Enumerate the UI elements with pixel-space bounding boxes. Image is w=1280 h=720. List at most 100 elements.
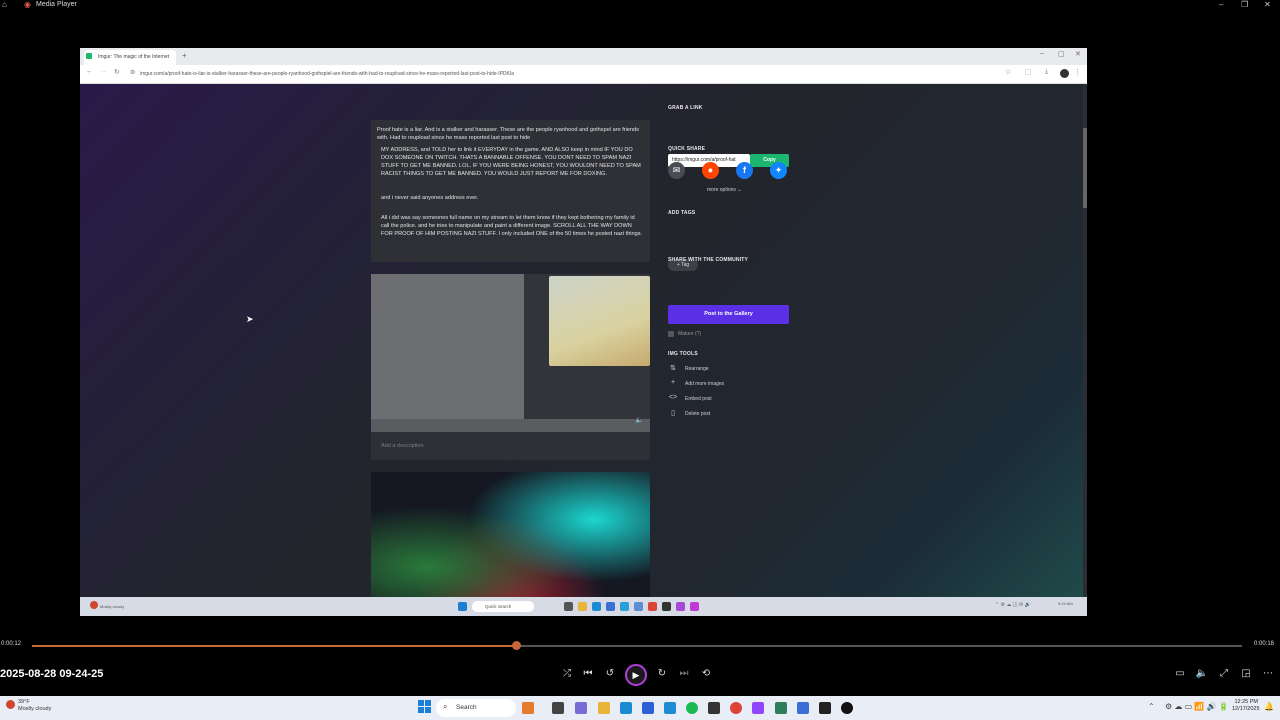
widgets-icon[interactable]: [522, 702, 534, 714]
screenshot-content: [549, 276, 650, 366]
mouse-cursor-icon: ➤: [246, 314, 254, 324]
url-field[interactable]: imgur.com/a/proof-hate-is-liar-is-stalke…: [140, 69, 900, 79]
reddit-share-icon[interactable]: ●: [702, 162, 719, 179]
start-icon[interactable]: [418, 700, 432, 714]
mature-checkbox[interactable]: [668, 331, 674, 337]
inner-tray-icons: ⌃ ⚙ ☁ ◫ ✉ 🔊: [995, 602, 1031, 608]
cast-icon[interactable]: ▭: [1173, 668, 1187, 679]
play-button[interactable]: ▶: [625, 664, 647, 686]
taskbar-search[interactable]: Search: [436, 699, 516, 717]
tray-chevron-icon[interactable]: ⌃: [1148, 702, 1155, 711]
code-icon: <>: [668, 394, 678, 401]
tool-label: Delete post: [685, 411, 711, 417]
app-icon[interactable]: [797, 702, 809, 714]
window-minimize-icon[interactable]: –: [1040, 50, 1044, 57]
reload-icon[interactable]: ↻: [114, 68, 120, 76]
bluesky-share-icon[interactable]: ✦: [770, 162, 787, 179]
new-tab-icon[interactable]: +: [182, 51, 187, 60]
next-icon[interactable]: ⏭: [677, 668, 691, 679]
fullscreen-icon[interactable]: ⤢: [1217, 668, 1231, 679]
minimize-icon[interactable]: –: [1219, 0, 1223, 9]
more-options-label: more options: [707, 187, 736, 193]
home-icon[interactable]: ⌂: [2, 0, 7, 9]
video-frame[interactable]: Imgur: The magic of the Internet + – ▢ ✕…: [80, 48, 1087, 616]
inner-chrome-icon: [648, 602, 657, 611]
weather-icon: [6, 700, 15, 709]
post-image-2[interactable]: 🔈: [371, 472, 650, 616]
app-icon[interactable]: [752, 702, 764, 714]
app-icon[interactable]: [819, 702, 831, 714]
grab-link-heading: GRAB A LINK: [668, 105, 703, 111]
edge-icon[interactable]: [620, 702, 632, 714]
bookmark-star-icon[interactable]: ☆: [1005, 68, 1011, 76]
skip-forward-icon[interactable]: ↻: [655, 668, 669, 679]
outlook-icon[interactable]: [664, 702, 676, 714]
window-close-icon[interactable]: ✕: [1075, 50, 1081, 58]
inner-folder-icon: [578, 602, 587, 611]
media-player-taskbar-icon[interactable]: [841, 702, 853, 714]
browser-address-bar: ← → ↻ ⚙ imgur.com/a/proof-hate-is-liar-i…: [80, 65, 1087, 84]
extensions-icon[interactable]: ⬚: [1025, 68, 1032, 76]
mature-label: Mature (?): [678, 331, 702, 337]
browser-tab[interactable]: Imgur: The magic of the Internet: [84, 50, 176, 65]
menu-icon[interactable]: ⋮: [1074, 68, 1081, 76]
facebook-share-icon[interactable]: f: [736, 162, 753, 179]
previous-icon[interactable]: ⏮: [581, 668, 595, 679]
post-paragraph-4: All i did was say someones full name on …: [381, 215, 643, 237]
inner-app-icon: [606, 602, 615, 611]
store-icon[interactable]: [642, 702, 654, 714]
clock-time: 12:25 PM: [1234, 699, 1258, 705]
shuffle-icon[interactable]: ⤮: [560, 668, 574, 679]
more-options-link[interactable]: more options ⌄: [707, 187, 742, 193]
app-icon[interactable]: [775, 702, 787, 714]
repeat-off-icon[interactable]: ⟲: [699, 668, 713, 679]
total-time: 0:00:18: [1254, 641, 1275, 647]
profile-avatar[interactable]: [1060, 69, 1069, 78]
post-paragraph-3: and i never said anyones address ever.: [381, 195, 479, 201]
imgur-page: Proof hate is a liar. And is a stalker a…: [80, 84, 1083, 616]
seek-bar-handle[interactable]: [512, 641, 521, 650]
more-options-icon[interactable]: ⋯: [1261, 668, 1275, 679]
mute-icon[interactable]: 🔈: [635, 416, 644, 424]
mail-share-icon[interactable]: ✉: [668, 162, 685, 179]
spotify-icon[interactable]: [686, 702, 698, 714]
plus-icon: +: [670, 379, 676, 386]
inner-app-icon: [690, 602, 699, 611]
media-player-logo-icon: ◉: [24, 0, 31, 9]
inner-search-box: Quick search: [472, 601, 534, 612]
app-icon[interactable]: [708, 702, 720, 714]
tool-label: Add more images: [685, 381, 725, 387]
page-scrollbar-thumb[interactable]: [1083, 128, 1087, 208]
tray-icons[interactable]: ⚙ ☁ ▭ 📶 🔊 🔋: [1165, 702, 1229, 711]
mini-view-icon[interactable]: ◲: [1239, 668, 1253, 679]
close-icon[interactable]: ✕: [1264, 0, 1271, 9]
inner-app-icon: [634, 602, 643, 611]
weather-desc: Mostly cloudy: [18, 706, 52, 712]
copilot-icon[interactable]: [575, 702, 587, 714]
volume-icon[interactable]: 🔈: [1195, 668, 1209, 679]
window-maximize-icon[interactable]: ▢: [1058, 50, 1065, 58]
file-explorer-icon[interactable]: [598, 702, 610, 714]
back-icon[interactable]: ←: [86, 68, 93, 75]
chrome-icon[interactable]: [730, 702, 742, 714]
image-description-field[interactable]: Add a description: [371, 432, 650, 460]
notification-icon[interactable]: 🔔: [1264, 702, 1274, 711]
taskbar-clock[interactable]: 12:25 PM 12/17/2025: [1232, 699, 1260, 713]
maximize-icon[interactable]: ❐: [1241, 0, 1248, 9]
rearrange-icon: ⇅: [670, 365, 676, 372]
forward-icon[interactable]: →: [100, 68, 107, 75]
download-icon[interactable]: ⤓: [1045, 68, 1048, 76]
tool-label: Embed post: [685, 396, 712, 402]
weather-widget[interactable]: 39°F Mostly cloudy: [18, 699, 51, 713]
inner-app-icon: [620, 602, 629, 611]
weather-temp: 39°F: [18, 699, 30, 705]
trash-icon: ▯: [671, 410, 675, 417]
tool-label: Rearrange: [685, 366, 709, 372]
post-to-gallery-button[interactable]: Post to the Gallery: [668, 305, 789, 324]
task-view-icon[interactable]: [552, 702, 564, 714]
skip-back-icon[interactable]: ↺: [603, 668, 617, 679]
post-image-1[interactable]: 🔈: [371, 274, 650, 432]
site-info-icon[interactable]: ⚙: [130, 69, 135, 76]
inner-app-icon: [564, 602, 573, 611]
search-icon: ⌕: [443, 702, 448, 711]
